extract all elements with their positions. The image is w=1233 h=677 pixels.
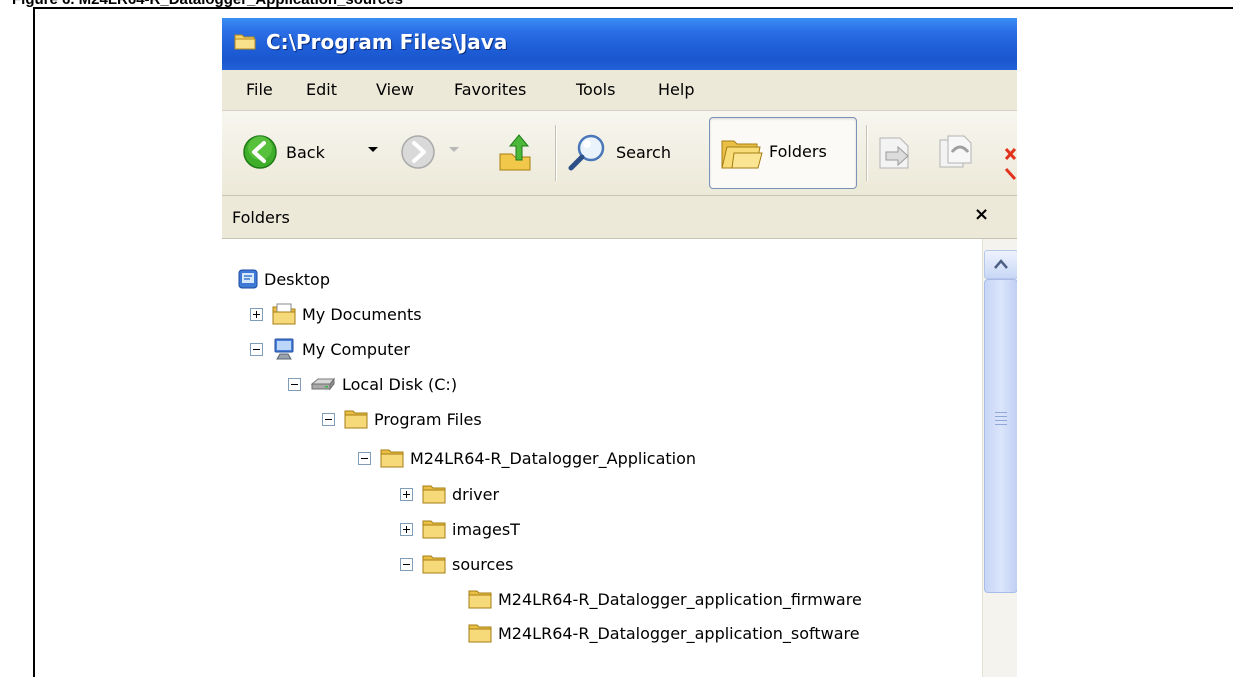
folder-icon xyxy=(380,449,404,468)
tree-item-label: Program Files xyxy=(374,409,482,429)
expand-toggle[interactable] xyxy=(400,522,413,536)
folder-icon xyxy=(468,590,492,609)
tree-item-local-disk[interactable]: Local Disk (C:) xyxy=(288,369,457,399)
delete-icon[interactable] xyxy=(1004,147,1017,183)
collapse-toggle[interactable] xyxy=(358,451,371,465)
search-icon xyxy=(568,134,605,171)
copy-to-icon xyxy=(939,135,972,168)
close-icon[interactable]: × xyxy=(974,204,989,225)
folders-button[interactable]: Folders xyxy=(709,117,857,189)
tree-item-imagest[interactable]: imagesT xyxy=(400,514,520,544)
move-to-icon xyxy=(879,137,909,169)
tree-item-firmware[interactable]: M24LR64-R_Datalogger_application_firmwar… xyxy=(468,584,862,614)
local-disk-icon xyxy=(310,377,336,391)
menu-edit[interactable]: Edit xyxy=(306,80,337,99)
thumb-grip xyxy=(995,416,1007,417)
title-bar[interactable]: C:\Program Files\Java xyxy=(222,18,1017,70)
tree-item-label: M24LR64-R_Datalogger_application_softwar… xyxy=(498,623,860,643)
menu-tools[interactable]: Tools xyxy=(576,80,615,99)
folder-icon xyxy=(422,520,446,539)
tree-item-label: My Computer xyxy=(302,339,410,359)
tree-item-driver[interactable]: driver xyxy=(400,479,499,509)
tree-item-datalogger-application[interactable]: M24LR64-R_Datalogger_Application xyxy=(358,443,696,473)
my-documents-icon xyxy=(272,303,296,325)
window-title: C:\Program Files\Java xyxy=(266,30,508,54)
folder-icon xyxy=(234,34,256,50)
collapse-toggle[interactable] xyxy=(400,557,413,571)
figure-frame-left xyxy=(33,7,35,677)
forward-icon xyxy=(401,135,435,169)
expand-toggle[interactable] xyxy=(400,487,413,501)
up-button[interactable] xyxy=(498,117,532,187)
tree-item-desktop[interactable]: Desktop xyxy=(238,264,330,294)
explorer-window: C:\Program Files\Java File Edit View Fav… xyxy=(222,18,1017,677)
expand-toggle[interactable] xyxy=(250,307,263,321)
thumb-grip xyxy=(995,424,1007,425)
back-dropdown-arrow[interactable] xyxy=(368,147,378,152)
back-button[interactable]: Back xyxy=(242,117,325,187)
folders-pane-header: Folders × xyxy=(222,196,1017,239)
tree-item-my-computer[interactable]: My Computer xyxy=(250,334,410,364)
folders-icon xyxy=(721,140,763,169)
tree-item-software[interactable]: M24LR64-R_Datalogger_application_softwar… xyxy=(468,618,860,648)
scroll-up-button[interactable] xyxy=(984,250,1017,279)
up-icon xyxy=(499,134,531,171)
collapse-toggle[interactable] xyxy=(322,412,335,426)
move-to-button[interactable] xyxy=(876,117,914,187)
copy-to-button[interactable] xyxy=(936,117,976,187)
menu-bar: File Edit View Favorites Tools Help xyxy=(222,70,1017,111)
collapse-toggle[interactable] xyxy=(250,342,263,356)
folder-icon xyxy=(468,624,492,643)
desktop-icon xyxy=(238,269,258,289)
menu-view[interactable]: View xyxy=(376,80,414,99)
tree-item-label: driver xyxy=(452,484,500,504)
my-computer-icon xyxy=(274,338,294,360)
tree-item-my-documents[interactable]: My Documents xyxy=(250,299,422,329)
collapse-toggle[interactable] xyxy=(288,377,301,391)
chevron-up-icon xyxy=(994,259,1008,269)
thumb-grip xyxy=(995,420,1007,421)
tree-item-label: imagesT xyxy=(452,519,520,539)
menu-favorites[interactable]: Favorites xyxy=(454,80,526,99)
tree-item-label: Desktop xyxy=(264,269,330,289)
menu-file[interactable]: File xyxy=(246,80,273,99)
folder-tree: Desktop My Documents My Computer Local D… xyxy=(222,239,982,677)
search-label: Search xyxy=(616,142,671,162)
folder-icon xyxy=(344,410,368,429)
folder-icon xyxy=(422,485,446,504)
search-button[interactable]: Search xyxy=(568,117,671,187)
scroll-thumb[interactable] xyxy=(984,279,1017,593)
tree-item-label: M24LR64-R_Datalogger_application_firmwar… xyxy=(498,589,862,609)
toolbar-separator xyxy=(866,125,867,181)
forward-dropdown-arrow[interactable] xyxy=(449,147,459,152)
figure-frame-top xyxy=(33,7,1233,9)
tree-item-label: sources xyxy=(452,554,514,574)
folder-icon xyxy=(422,555,446,574)
tree-item-program-files[interactable]: Program Files xyxy=(322,404,482,434)
folders-label: Folders xyxy=(769,142,827,161)
toolbar-separator xyxy=(555,125,556,181)
back-label: Back xyxy=(286,142,325,162)
toolbar: Back Search Folders xyxy=(222,111,1017,196)
tree-item-label: My Documents xyxy=(302,304,422,324)
forward-button[interactable] xyxy=(400,117,436,187)
tree-item-label: Local Disk (C:) xyxy=(342,374,458,394)
menu-help[interactable]: Help xyxy=(658,80,694,99)
folders-pane-title: Folders xyxy=(232,208,290,227)
tree-item-sources[interactable]: sources xyxy=(400,549,513,579)
vertical-scrollbar[interactable] xyxy=(982,239,1017,677)
thumb-grip xyxy=(995,412,1007,413)
back-icon xyxy=(243,135,277,169)
tree-item-label: M24LR64-R_Datalogger_Application xyxy=(410,448,697,468)
